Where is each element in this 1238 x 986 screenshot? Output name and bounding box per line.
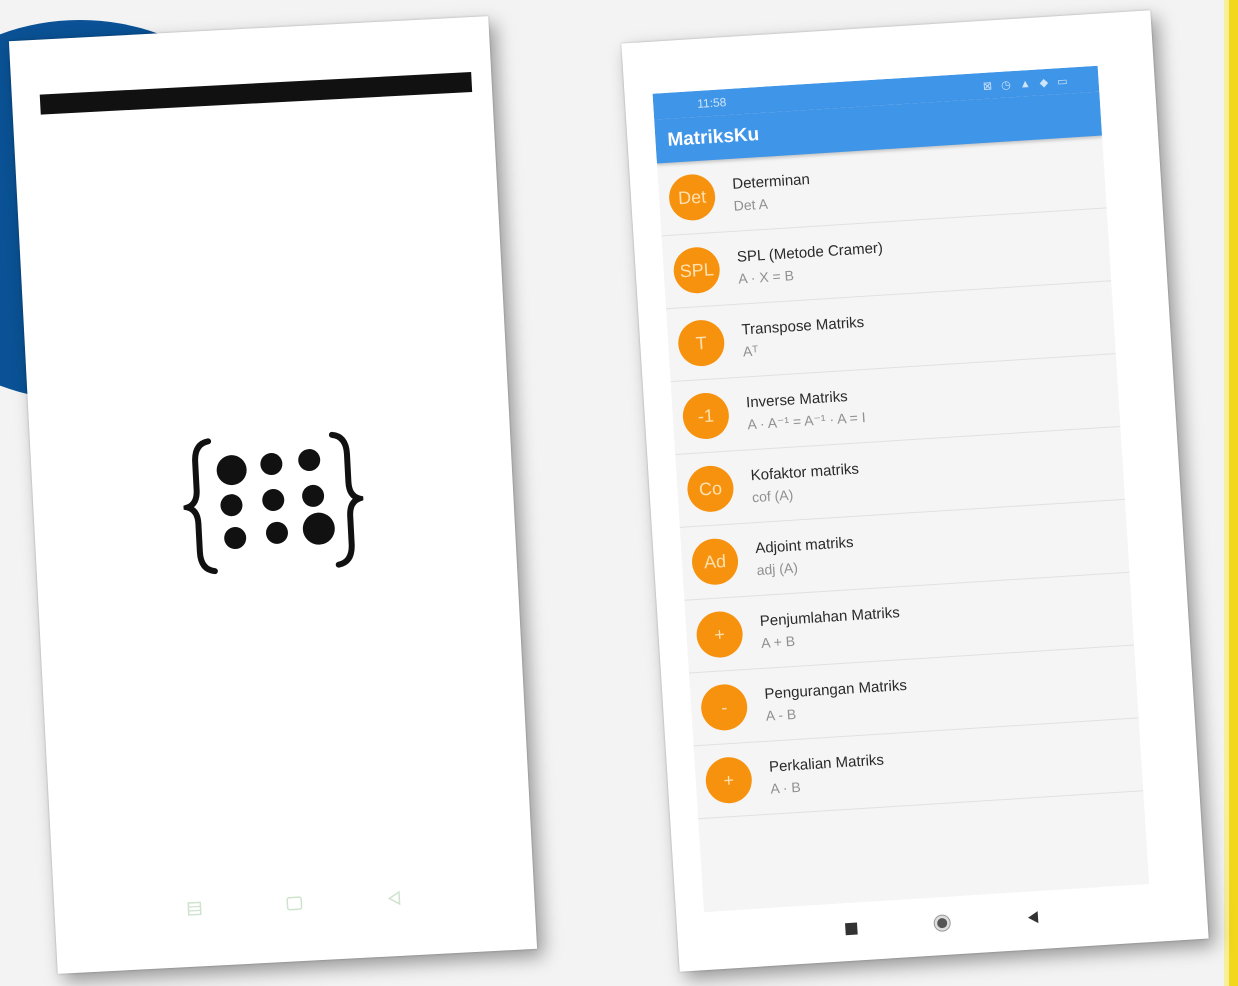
menu-item-title: Determinan xyxy=(731,171,811,193)
menu-avatar: SPL xyxy=(672,245,722,295)
menu-item-title: Pengurangan Matriks xyxy=(763,676,908,703)
menu-item-subtitle: A · B xyxy=(769,778,802,797)
menu-avatar: Ad xyxy=(690,537,740,587)
menu-item-title: Inverse Matriks xyxy=(745,387,849,411)
menu-avatar: + xyxy=(704,755,754,805)
accent-edge xyxy=(1224,0,1238,986)
home-icon[interactable] xyxy=(285,895,304,912)
back-icon[interactable] xyxy=(386,890,403,907)
menu-item-subtitle: adj (A) xyxy=(756,559,799,579)
menu-avatar: + xyxy=(695,610,745,659)
menu-item-title: Adjoint matriks xyxy=(754,533,855,558)
menu-item-title: Transpose Matriks xyxy=(741,313,865,339)
menu-item-subtitle: A - B xyxy=(765,705,797,724)
app-title: MatriksKu xyxy=(666,124,760,151)
menu-item-subtitle: Aᵀ xyxy=(742,342,759,360)
splash-screen-phone xyxy=(8,16,538,974)
status-icons: ⊠ ◷ ▲ ◆ ▭ xyxy=(982,74,1071,93)
menu-avatar: Co xyxy=(686,464,735,514)
menu-item-subtitle: A + B xyxy=(760,632,796,651)
recent-apps-icon[interactable] xyxy=(844,921,859,936)
menu-item-title: Perkalian Matriks xyxy=(768,751,885,776)
splash-nav-bar xyxy=(54,883,534,924)
app-screen: 11:58 ⊠ ◷ ▲ ◆ ▭ MatriksKu Det Determinan… xyxy=(652,65,1150,913)
menu-item-title: SPL (Metode Cramer) xyxy=(736,239,884,266)
matrix-braces-icon xyxy=(179,431,368,575)
menu-list: Det Determinan Det A SPL SPL (Metode Cra… xyxy=(656,135,1144,820)
home-icon[interactable] xyxy=(932,913,953,934)
menu-avatar: - xyxy=(699,683,749,732)
back-icon[interactable] xyxy=(1026,910,1041,925)
menu-avatar: Det xyxy=(667,173,717,222)
menu-item-subtitle: A · A⁻¹ = A⁻¹ · A = I xyxy=(746,408,867,432)
menu-avatar: T xyxy=(676,318,726,368)
menu-avatar: -1 xyxy=(681,391,731,441)
recent-apps-icon[interactable] xyxy=(186,900,203,917)
status-time: 11:58 xyxy=(696,95,727,111)
menu-item-subtitle: A · X = B xyxy=(737,267,795,287)
menu-item-subtitle: Det A xyxy=(733,195,769,214)
stage: 11:58 ⊠ ◷ ▲ ◆ ▭ MatriksKu Det Determinan… xyxy=(0,0,1238,986)
menu-item-subtitle: cof (A) xyxy=(751,486,794,506)
splash-top-bar xyxy=(39,72,473,115)
menu-item-title: Penjumlahan Matriks xyxy=(759,604,901,630)
menu-item-title: Kofaktor matriks xyxy=(750,460,860,485)
app-screen-phone: 11:58 ⊠ ◷ ▲ ◆ ▭ MatriksKu Det Determinan… xyxy=(621,10,1209,972)
